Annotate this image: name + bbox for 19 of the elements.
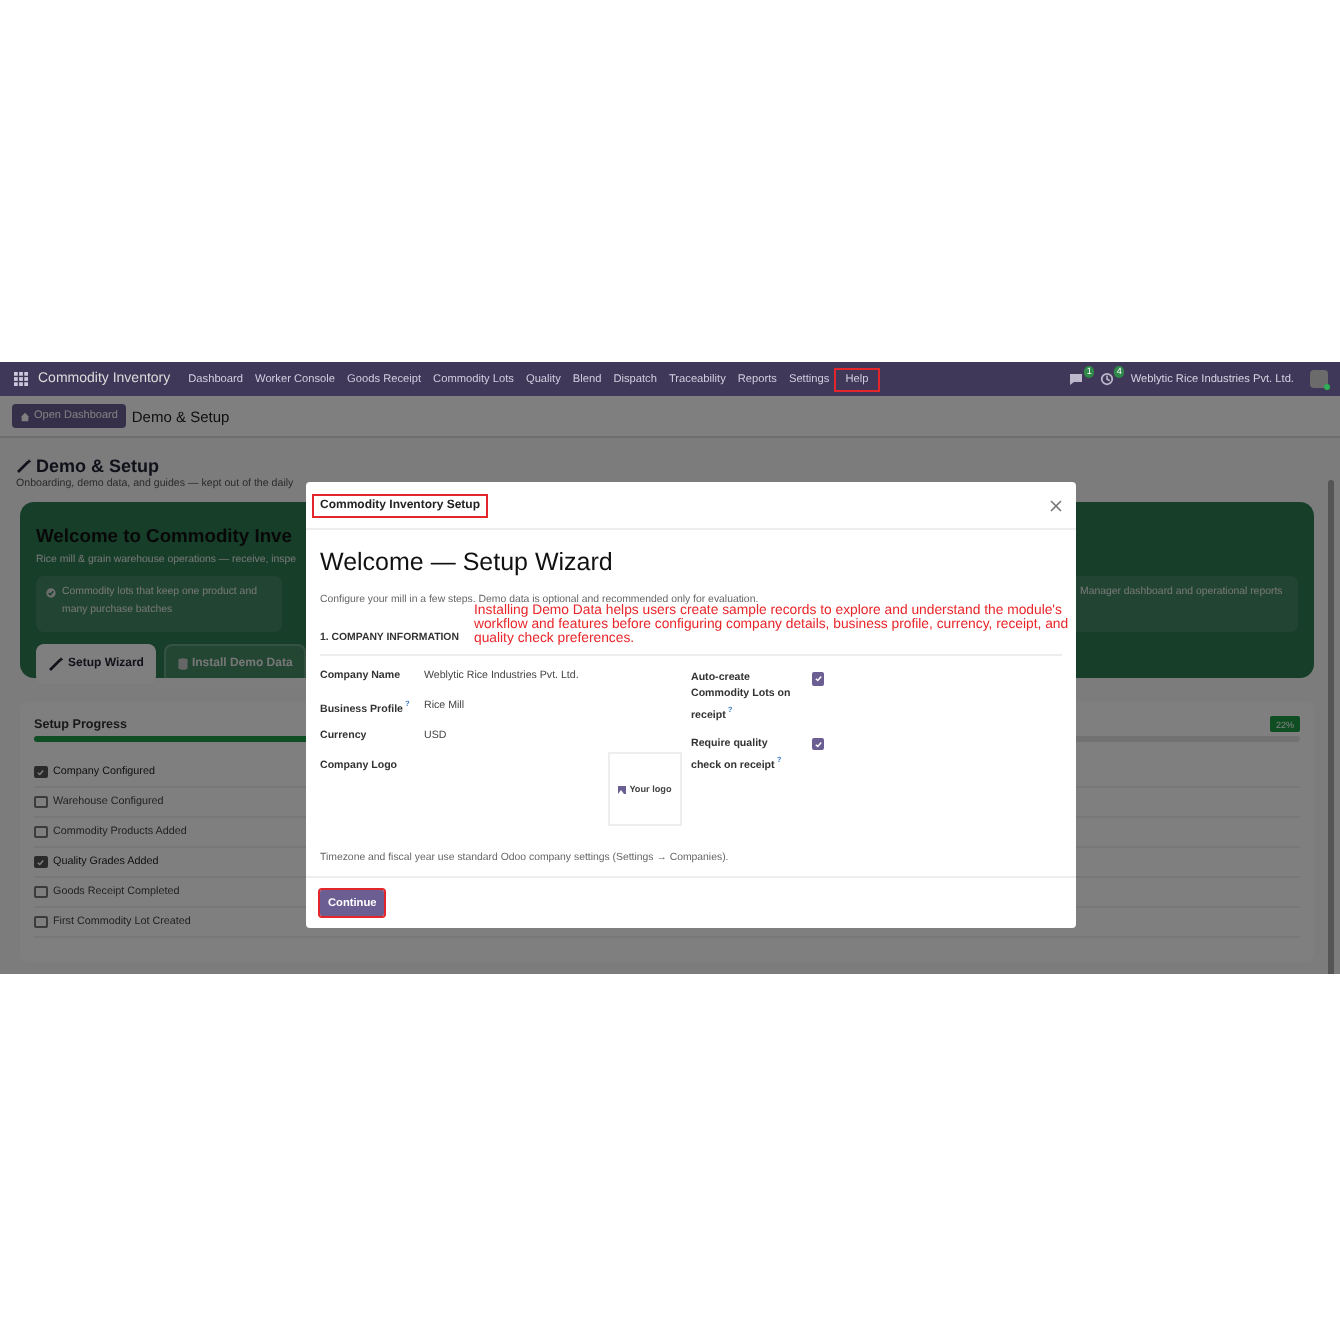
home-icon: [20, 411, 30, 421]
close-icon[interactable]: [1050, 499, 1062, 511]
chat-icon[interactable]: [1068, 372, 1085, 386]
checkbox[interactable]: [811, 737, 824, 751]
checkbox[interactable]: [34, 915, 47, 929]
wizard-title: Welcome — Setup Wizard: [320, 548, 615, 576]
database-icon: [177, 658, 188, 670]
checkbox[interactable]: [34, 855, 47, 869]
clock-icon[interactable]: [1100, 372, 1115, 386]
checkbox[interactable]: [34, 765, 47, 779]
app-grid-icon[interactable]: [14, 372, 28, 386]
avatar-icon[interactable]: [1310, 370, 1328, 388]
scrollbar[interactable]: [1328, 480, 1334, 974]
checkbox[interactable]: [34, 795, 47, 809]
page-title: Demo & Setup: [36, 456, 160, 476]
checkbox[interactable]: [34, 885, 47, 899]
checkbox[interactable]: [811, 672, 824, 685]
check-circle-icon: [46, 588, 56, 598]
checkbox[interactable]: [34, 825, 47, 839]
